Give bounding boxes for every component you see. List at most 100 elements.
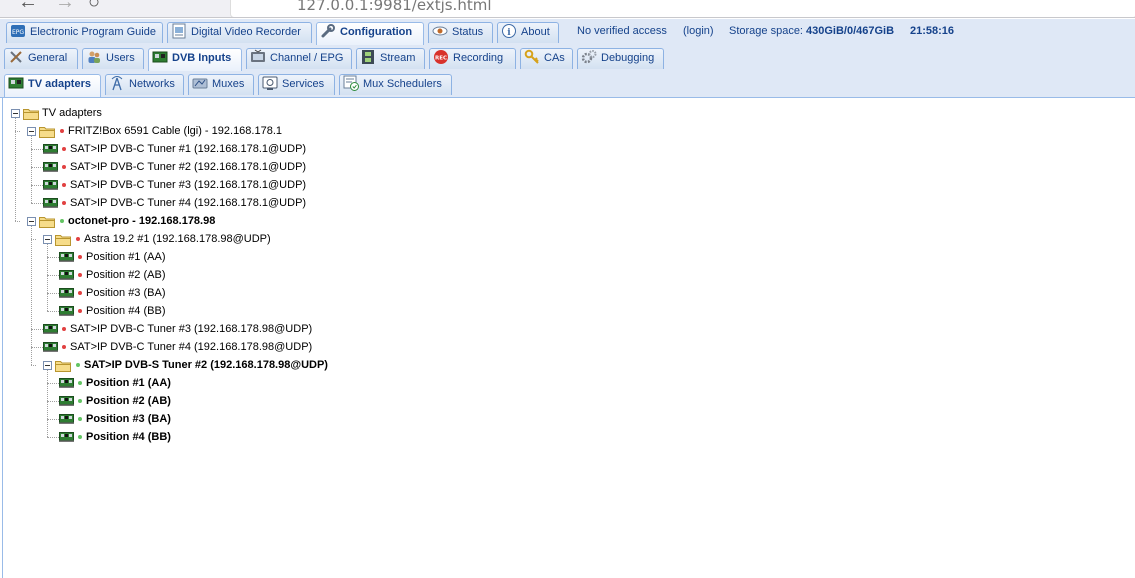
tab-label: Electronic Program Guide xyxy=(30,26,156,38)
collapse-toggle[interactable] xyxy=(43,235,52,244)
address-bar[interactable]: 127.0.0.1:9981/extjs.html xyxy=(230,0,1135,17)
collapse-toggle[interactable] xyxy=(43,361,52,370)
tree-folder-node[interactable]: octonet-pro - 192.168.178.98 xyxy=(58,212,215,230)
rec-icon: REC xyxy=(433,49,449,65)
tree-connector xyxy=(47,437,59,438)
status-dot xyxy=(60,128,64,133)
info-icon: i xyxy=(501,23,517,39)
tree-adapter-node[interactable]: Position #2 (AB) xyxy=(76,392,171,410)
tuner-card-icon xyxy=(59,252,74,265)
tree-node-label: Position #1 (AA) xyxy=(86,377,171,389)
tree-node-label: Position #1 (AA) xyxy=(86,251,166,263)
tab-status[interactable]: Status xyxy=(428,22,493,43)
tab-tv-adapters[interactable]: TV adapters xyxy=(4,74,101,97)
tree-connector xyxy=(15,118,16,221)
tree-adapter-node[interactable]: Position #4 (BB) xyxy=(76,302,165,320)
collapse-toggle[interactable] xyxy=(27,217,36,226)
storage-value: 430GiB/0/467GiB xyxy=(806,25,895,37)
status-dot xyxy=(78,416,82,421)
tree-connector xyxy=(47,311,59,312)
tab-configuration[interactable]: Configuration xyxy=(316,22,424,45)
status-dot xyxy=(76,236,80,241)
tree-adapter-node[interactable]: Position #3 (BA) xyxy=(76,410,171,428)
tab-about[interactable]: i About xyxy=(497,22,559,43)
tab-label: TV adapters xyxy=(28,78,91,90)
tree-connector xyxy=(47,419,59,420)
svg-text:i: i xyxy=(507,28,511,38)
forward-arrow-icon[interactable]: → xyxy=(55,0,75,14)
tree-adapter-node[interactable]: Position #1 (AA) xyxy=(76,374,171,392)
status-dot xyxy=(62,164,66,169)
tree-adapter-node[interactable]: SAT>IP DVB-C Tuner #4 (192.168.178.98@UD… xyxy=(60,338,312,356)
tab-label: DVB Inputs xyxy=(172,52,232,64)
access-status: No verified access xyxy=(577,25,667,37)
main-tab-bar: EPG Electronic Program Guide Digital Vide… xyxy=(0,19,1135,46)
tree-adapter-node[interactable]: SAT>IP DVB-C Tuner #3 (192.168.178.1@UDP… xyxy=(60,176,306,194)
tree-folder-node[interactable]: SAT>IP DVB-S Tuner #2 (192.168.178.98@UD… xyxy=(74,356,328,374)
tree-adapter-node[interactable]: SAT>IP DVB-C Tuner #1 (192.168.178.1@UDP… xyxy=(60,140,306,158)
tab-muxes[interactable]: Muxes xyxy=(188,74,254,95)
tree-folder-node[interactable]: Astra 19.2 #1 (192.168.178.98@UDP) xyxy=(74,230,271,248)
tree-adapter-node[interactable]: SAT>IP DVB-C Tuner #3 (192.168.178.98@UD… xyxy=(60,320,312,338)
tab-label: Configuration xyxy=(340,26,413,38)
tuner-card-icon xyxy=(43,162,58,175)
tree-adapter-node[interactable]: SAT>IP DVB-C Tuner #4 (192.168.178.1@UDP… xyxy=(60,194,306,212)
tree-node-label: Astra 19.2 #1 (192.168.178.98@UDP) xyxy=(84,233,271,245)
tree-node-label: Position #3 (BA) xyxy=(86,287,166,299)
tab-stream[interactable]: Stream xyxy=(356,48,425,69)
tab-channel-epg[interactable]: Channel / EPG xyxy=(246,48,352,69)
tree-connector xyxy=(31,239,36,240)
tree-node-label: Position #4 (BB) xyxy=(86,431,171,443)
tree-connector xyxy=(31,203,43,204)
tree-adapter-node[interactable]: Position #4 (BB) xyxy=(76,428,171,446)
tree-folder-node[interactable]: FRITZ!Box 6591 Cable (lgi) - 192.168.178… xyxy=(58,122,282,140)
storage-label: Storage space: xyxy=(729,25,803,37)
login-link[interactable]: (login) xyxy=(683,25,714,37)
tab-general[interactable]: General xyxy=(4,48,78,69)
tab-services[interactable]: Services xyxy=(258,74,335,95)
tree-connector xyxy=(31,149,43,150)
wrench-icon xyxy=(320,23,336,39)
tab-networks[interactable]: Networks xyxy=(105,74,184,95)
tab-dvb-inputs[interactable]: DVB Inputs xyxy=(148,48,242,71)
gears-icon xyxy=(581,49,597,65)
reload-icon[interactable]: ○ xyxy=(88,0,100,14)
tree-adapter-node[interactable]: Position #2 (AB) xyxy=(76,266,165,284)
tab-electronic-program-guide[interactable]: EPG Electronic Program Guide xyxy=(6,22,163,43)
tree-node-label: SAT>IP DVB-C Tuner #2 (192.168.178.1@UDP… xyxy=(70,161,307,173)
tree-connector xyxy=(47,275,59,276)
tab-mux-schedulers[interactable]: Mux Schedulers xyxy=(339,74,452,95)
status-dot xyxy=(78,380,82,385)
tab-digital-video-recorder[interactable]: Digital Video Recorder xyxy=(167,22,312,43)
tree-node-label: FRITZ!Box 6591 Cable (lgi) - 192.168.178… xyxy=(68,125,283,137)
tab-recording[interactable]: REC Recording xyxy=(429,48,516,69)
tv-adapters-tree: TV adapters FRITZ!Box 6591 Cable (lgi) - … xyxy=(2,98,1135,578)
tuner-card-icon xyxy=(59,396,74,409)
tree-connector xyxy=(47,257,59,258)
folder-icon xyxy=(55,359,72,375)
tab-label: Debugging xyxy=(601,52,655,64)
tuner-card-icon xyxy=(43,180,58,193)
tab-users[interactable]: Users xyxy=(82,48,144,69)
tab-label: Recording xyxy=(453,52,504,64)
tab-debugging[interactable]: Debugging xyxy=(577,48,664,69)
tree-connector xyxy=(31,167,43,168)
tree-connector xyxy=(31,185,43,186)
tuner-card-icon xyxy=(59,270,74,283)
folder-icon xyxy=(55,233,72,249)
tools-icon xyxy=(8,49,24,65)
tree-adapter-node[interactable]: Position #3 (BA) xyxy=(76,284,165,302)
tree-folder-node[interactable]: TV adapters xyxy=(42,104,102,122)
back-arrow-icon[interactable]: ← xyxy=(18,0,38,14)
tree-node-label: SAT>IP DVB-C Tuner #3 (192.168.178.1@UDP… xyxy=(70,179,307,191)
status-dot xyxy=(78,254,82,259)
collapse-toggle[interactable] xyxy=(11,109,20,118)
tree-adapter-node[interactable]: Position #1 (AA) xyxy=(76,248,165,266)
clock: 21:58:16 xyxy=(910,25,955,37)
key-icon xyxy=(524,49,540,65)
collapse-toggle[interactable] xyxy=(27,127,36,136)
tree-adapter-node[interactable]: SAT>IP DVB-C Tuner #2 (192.168.178.1@UDP… xyxy=(60,158,306,176)
services-icon xyxy=(262,75,278,91)
browser-toolbar: ← → ○ 127.0.0.1:9981/extjs.html xyxy=(0,0,1135,18)
tab-cas[interactable]: CAs xyxy=(520,48,573,69)
